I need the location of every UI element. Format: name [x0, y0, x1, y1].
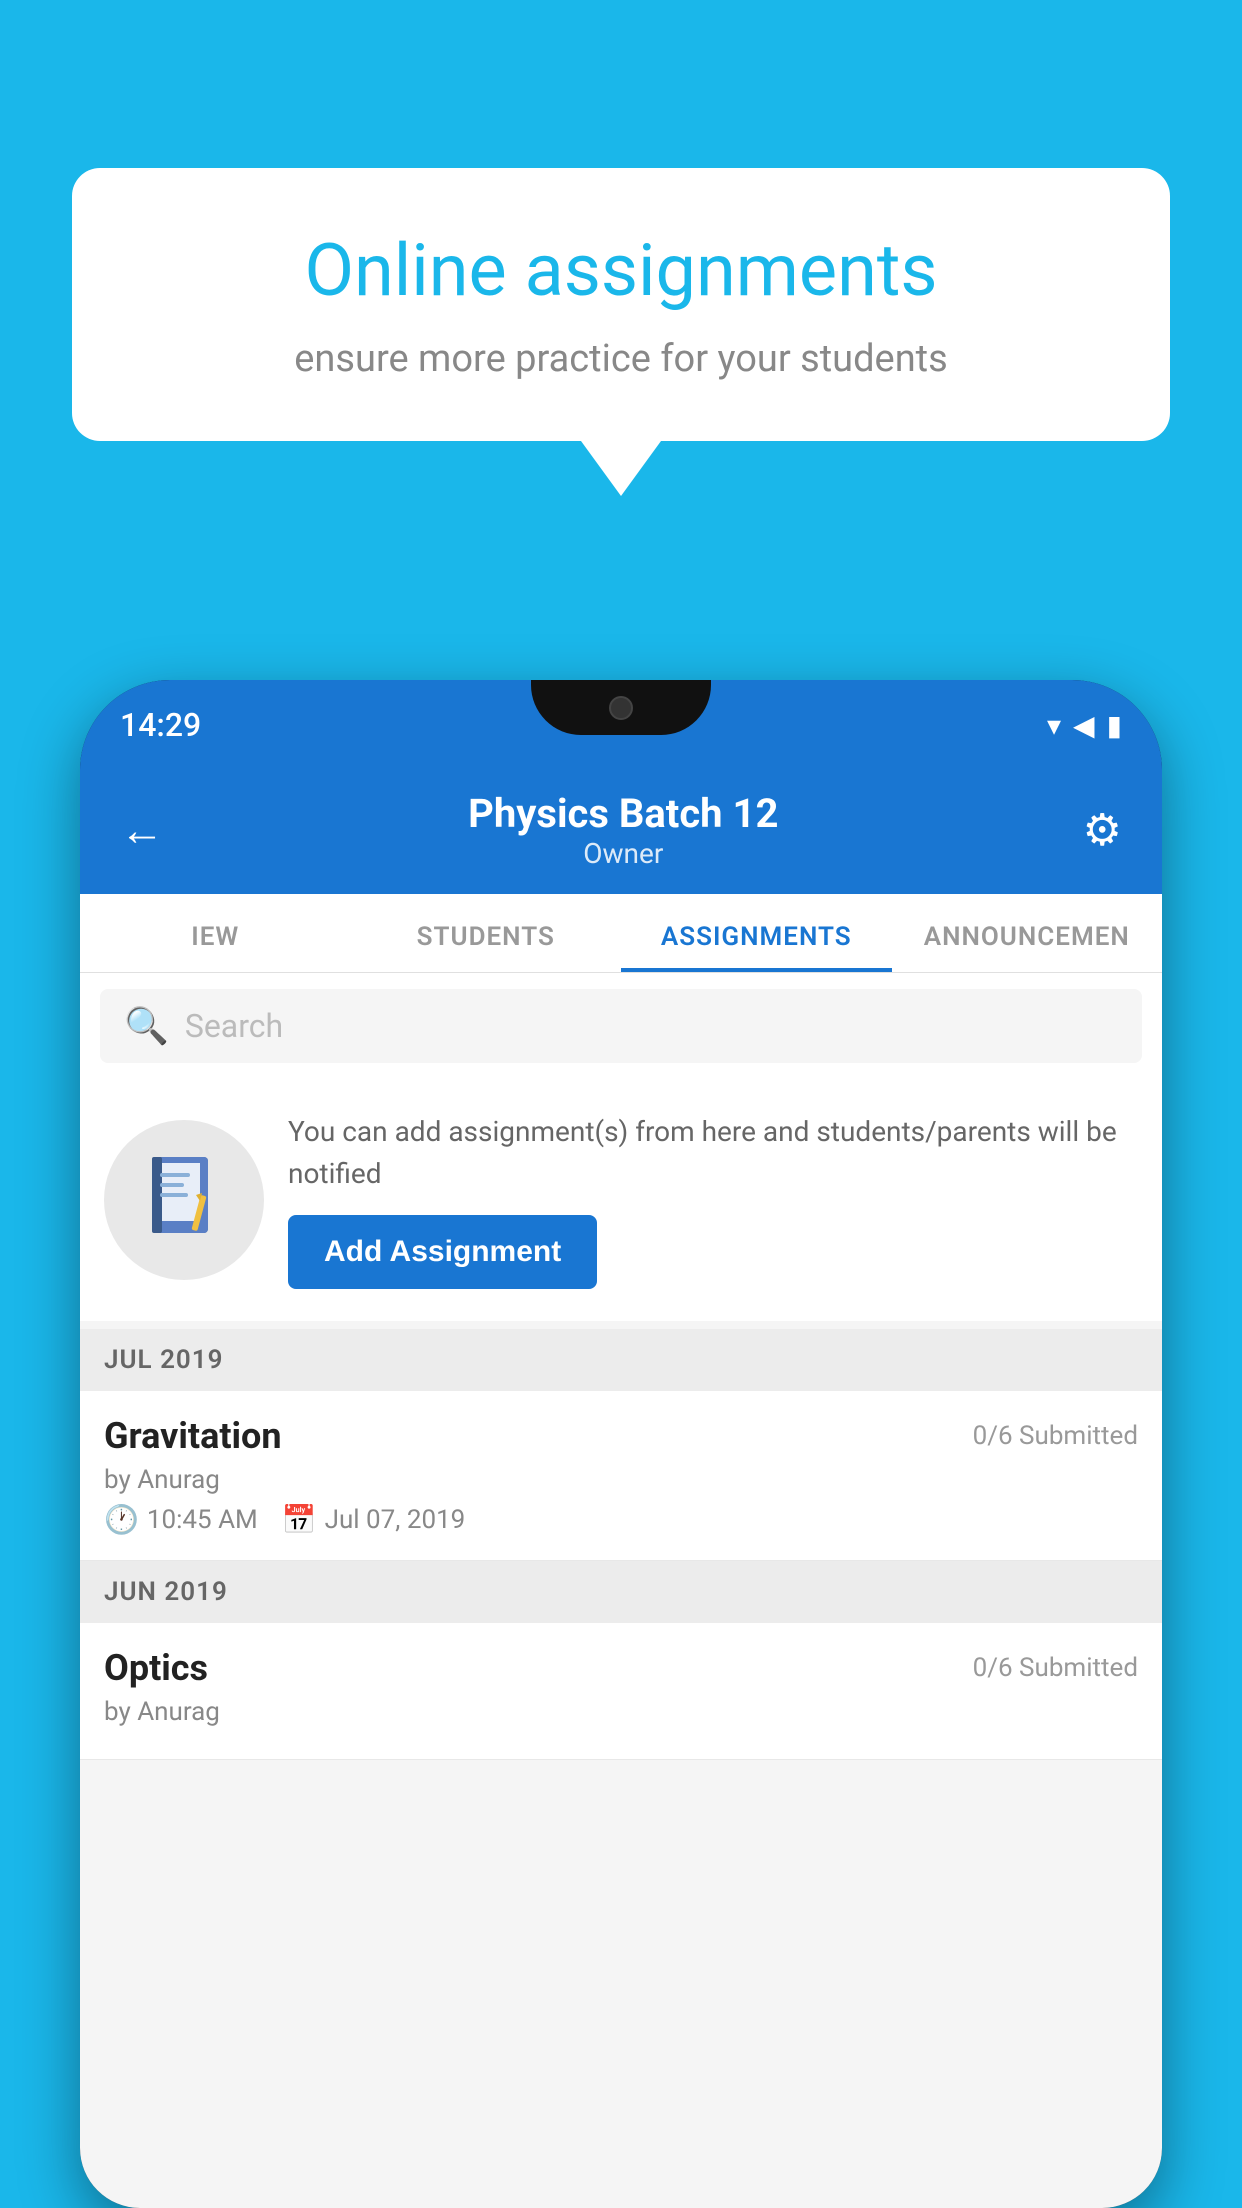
notebook-svg-icon: [144, 1155, 224, 1245]
assignment-date: 📅 Jul 07, 2019: [282, 1503, 466, 1536]
header-center: Physics Batch 12 Owner: [468, 790, 778, 870]
calendar-icon: 📅: [282, 1503, 317, 1536]
signal-icon: ◀: [1073, 709, 1095, 742]
section-jul-2019: JUL 2019: [80, 1329, 1162, 1391]
assignment-top-row: Gravitation 0/6 Submitted: [104, 1415, 1138, 1457]
front-camera: [609, 696, 633, 720]
tabs-bar: IEW STUDENTS ASSIGNMENTS ANNOUNCEMEN: [80, 894, 1162, 973]
assignment-gravitation[interactable]: Gravitation 0/6 Submitted by Anurag 🕐 10…: [80, 1391, 1162, 1561]
assignment-submitted-gravitation: 0/6 Submitted: [973, 1421, 1138, 1451]
tab-assignments[interactable]: ASSIGNMENTS: [621, 894, 892, 972]
search-bar[interactable]: 🔍 Search: [100, 989, 1142, 1063]
status-bar: 14:29 ▾ ◀ ▮: [80, 680, 1162, 770]
add-assignment-button[interactable]: Add Assignment: [288, 1215, 597, 1289]
assignment-time-value: 10:45 AM: [147, 1505, 258, 1535]
speech-bubble-subtitle: ensure more practice for your students: [152, 337, 1090, 381]
speech-bubble: Online assignments ensure more practice …: [72, 168, 1170, 441]
assignment-by-optics: by Anurag: [104, 1697, 1138, 1727]
status-time: 14:29: [120, 706, 201, 744]
assignment-by-gravitation: by Anurag: [104, 1465, 1138, 1495]
status-icons: ▾ ◀ ▮: [1047, 709, 1122, 742]
assignment-submitted-optics: 0/6 Submitted: [973, 1653, 1138, 1683]
promo-section: You can add assignment(s) from here and …: [80, 1079, 1162, 1321]
section-jun-2019: JUN 2019: [80, 1561, 1162, 1623]
assignment-title-gravitation: Gravitation: [104, 1415, 282, 1457]
settings-icon[interactable]: ⚙: [1083, 804, 1122, 856]
screen-content: 🔍 Search You can add a: [80, 973, 1162, 2208]
speech-bubble-title: Online assignments: [152, 228, 1090, 313]
search-icon: 🔍: [124, 1005, 169, 1047]
batch-role: Owner: [468, 837, 778, 870]
speech-bubble-container: Online assignments ensure more practice …: [72, 168, 1170, 496]
promo-content: You can add assignment(s) from here and …: [288, 1111, 1138, 1289]
phone-notch: [531, 680, 711, 735]
assignment-meta-gravitation: 🕐 10:45 AM 📅 Jul 07, 2019: [104, 1503, 1138, 1536]
assignment-top-row-optics: Optics 0/6 Submitted: [104, 1647, 1138, 1689]
promo-icon-circle: [104, 1120, 264, 1280]
assignment-title-optics: Optics: [104, 1647, 208, 1689]
search-bar-container: 🔍 Search: [80, 973, 1162, 1079]
promo-text: You can add assignment(s) from here and …: [288, 1111, 1138, 1195]
battery-icon: ▮: [1107, 709, 1122, 742]
tab-iew[interactable]: IEW: [80, 894, 351, 972]
assignment-optics[interactable]: Optics 0/6 Submitted by Anurag: [80, 1623, 1162, 1760]
assignment-date-value: Jul 07, 2019: [325, 1505, 466, 1535]
phone-frame: 14:29 ▾ ◀ ▮ ← Physics Batch 12 Owner ⚙ I…: [80, 680, 1162, 2208]
search-placeholder: Search: [185, 1007, 283, 1045]
back-button[interactable]: ←: [120, 804, 164, 856]
tab-announcements[interactable]: ANNOUNCEMEN: [892, 894, 1163, 972]
batch-title: Physics Batch 12: [468, 790, 778, 837]
speech-bubble-tail: [581, 441, 661, 496]
clock-icon: 🕐: [104, 1503, 139, 1536]
app-header: ← Physics Batch 12 Owner ⚙: [80, 770, 1162, 894]
wifi-icon: ▾: [1047, 709, 1061, 742]
assignment-time: 🕐 10:45 AM: [104, 1503, 258, 1536]
tab-students[interactable]: STUDENTS: [351, 894, 622, 972]
